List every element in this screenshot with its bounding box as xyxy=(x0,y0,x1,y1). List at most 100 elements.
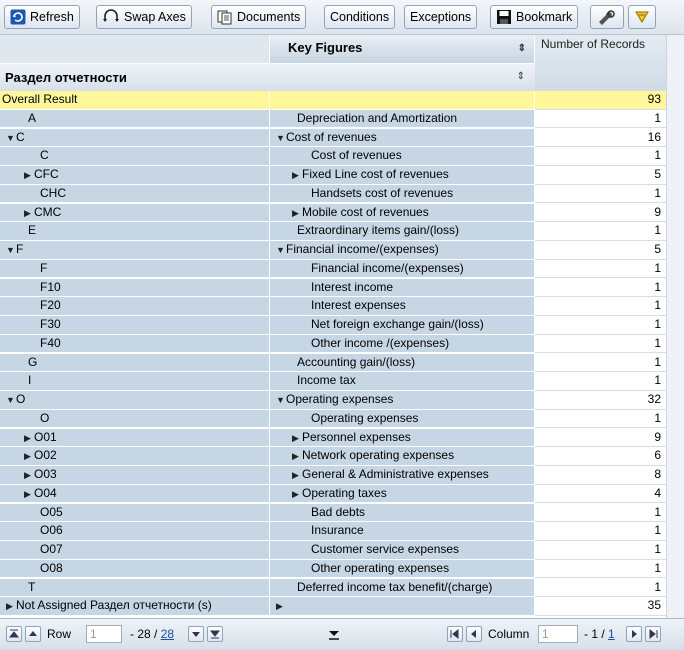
collapse-triangle-icon[interactable]: ▼ xyxy=(276,392,286,409)
first-column-button[interactable] xyxy=(447,626,463,642)
key-figure-cell[interactable]: ▼Financial income/(expenses) xyxy=(270,241,535,260)
key-figure-text: Customer service expenses xyxy=(311,542,460,556)
table-row: I Income tax 1 xyxy=(0,372,666,391)
row-dimension-cell[interactable]: ▶ O04 xyxy=(0,484,270,504)
record-count-cell: 9 xyxy=(535,428,666,448)
key-figure-cell: Bad debts xyxy=(270,503,535,523)
expand-triangle-icon[interactable]: ▶ xyxy=(292,167,302,184)
next-row-button[interactable] xyxy=(188,626,204,642)
row-dimension-cell[interactable]: ▶ O01 xyxy=(0,428,270,448)
row-dimension-cell[interactable]: ▼F xyxy=(0,241,270,260)
next-column-button[interactable] xyxy=(626,626,642,642)
number-of-records-header[interactable]: Number of Records xyxy=(535,35,666,91)
key-figure-cell[interactable]: ▼Cost of revenues xyxy=(270,128,535,148)
record-count-cell: 1 xyxy=(535,222,666,241)
row-dimension-text: O02 xyxy=(34,448,57,463)
expand-triangle-icon[interactable]: ▶ xyxy=(292,448,302,465)
key-figure-text: Insurance xyxy=(311,523,364,538)
grid-header: Key Figures ⇕ Number of Records xyxy=(0,35,666,91)
record-count-value: 1 xyxy=(654,542,661,556)
expand-triangle-icon[interactable]: ▶ xyxy=(24,430,34,447)
expand-triangle-icon[interactable]: ▶ xyxy=(24,467,34,484)
collapse-triangle-icon[interactable]: ▼ xyxy=(276,130,286,147)
sort-icon[interactable]: ⇕ xyxy=(518,43,526,54)
record-count-value: 1 xyxy=(654,579,661,594)
refresh-button[interactable]: Refresh xyxy=(4,5,80,29)
documents-button[interactable]: Documents xyxy=(211,5,307,29)
collapse-triangle-icon[interactable]: ▼ xyxy=(6,242,16,259)
collapse-triangle-icon[interactable]: ▼ xyxy=(6,392,16,409)
record-count-value: 6 xyxy=(654,448,661,463)
expand-down-icon[interactable] xyxy=(327,627,341,641)
save-disk-icon xyxy=(497,10,511,24)
previous-column-button[interactable] xyxy=(466,626,482,642)
row-dimension-text: O xyxy=(40,410,50,425)
key-figure-text: Financial income/(expenses) xyxy=(311,260,464,275)
expand-triangle-icon[interactable]: ▶ xyxy=(276,598,286,615)
sort-icon[interactable]: ⇕ xyxy=(517,71,525,82)
expand-triangle-icon[interactable]: ▶ xyxy=(6,598,16,615)
expand-triangle-icon[interactable]: ▶ xyxy=(24,448,34,465)
table-row: ▶ O03 ▶ General & Administrative expenses 8 xyxy=(0,466,666,485)
row-dimension-cell[interactable]: ▼C xyxy=(0,128,270,148)
key-figure-cell[interactable]: ▶ Operating taxes xyxy=(270,484,535,504)
key-figure-cell: Other income /(expenses) xyxy=(270,334,535,354)
key-figures-label: Key Figures xyxy=(288,40,363,55)
last-row-button[interactable] xyxy=(207,626,223,642)
record-count-value: 1 xyxy=(654,317,661,331)
row-dimension-cell[interactable]: ▶ CFC xyxy=(0,166,270,185)
row-dimension-text: O07 xyxy=(40,542,63,556)
key-figure-cell[interactable]: ▶ xyxy=(270,597,535,616)
record-count-value: 1 xyxy=(654,373,661,388)
row-dimension-text: O03 xyxy=(34,467,57,481)
key-figure-cell[interactable]: ▼Operating expenses xyxy=(270,391,535,410)
exceptions-button[interactable]: Exceptions xyxy=(404,5,478,29)
last-column-button[interactable] xyxy=(645,626,661,642)
row-dimension-cell[interactable]: ▶ O02 xyxy=(0,447,270,466)
expand-triangle-icon[interactable]: ▶ xyxy=(292,205,302,222)
table-row: F30 Net foreign exchange gain/(loss) 1 xyxy=(0,316,666,335)
filter-button[interactable] xyxy=(628,5,656,29)
column-total-link[interactable]: 1 xyxy=(608,627,615,641)
row-dimension-cell[interactable]: ▼O xyxy=(0,391,270,410)
record-count-cell: 1 xyxy=(535,109,666,129)
expand-triangle-icon[interactable]: ▶ xyxy=(24,167,34,184)
key-figure-cell[interactable]: ▶ General & Administrative expenses xyxy=(270,466,535,485)
row-dimension-cell[interactable]: ▶ O03 xyxy=(0,466,270,485)
bookmark-button[interactable]: Bookmark xyxy=(490,5,579,29)
key-figures-header[interactable]: Key Figures ⇕ xyxy=(270,35,535,63)
key-figure-cell[interactable]: ▶ Personnel expenses xyxy=(270,428,535,448)
key-figure-cell[interactable]: ▶ Mobile cost of revenues xyxy=(270,203,535,223)
row-input[interactable]: 1 xyxy=(86,625,122,643)
column-total-prefix: - 1 / xyxy=(584,627,605,641)
record-count-cell: 1 xyxy=(535,278,666,298)
row-dimension-text: O06 xyxy=(40,523,63,538)
row-total-link[interactable]: 28 xyxy=(161,627,174,641)
expand-triangle-icon[interactable]: ▶ xyxy=(292,486,302,503)
swap-axes-button[interactable]: Swap Axes xyxy=(96,5,192,29)
expand-triangle-icon[interactable]: ▶ xyxy=(24,486,34,503)
key-figure-text: General & Administrative expenses xyxy=(302,467,489,481)
collapse-triangle-icon[interactable]: ▼ xyxy=(276,242,286,259)
expand-triangle-icon[interactable]: ▶ xyxy=(24,205,34,222)
expand-triangle-icon[interactable]: ▶ xyxy=(292,467,302,484)
row-dimension-text: CFC xyxy=(34,167,59,181)
row-dimension-text: F xyxy=(40,260,48,275)
column-input[interactable]: 1 xyxy=(538,625,578,643)
collapse-triangle-icon[interactable]: ▼ xyxy=(6,130,16,147)
record-count-cell: 1 xyxy=(535,372,666,391)
row-dimension-cell[interactable]: ▶ CMC xyxy=(0,203,270,223)
conditions-button[interactable]: Conditions xyxy=(324,5,396,29)
row-dimension-header[interactable]: Раздел отчетности ⇕ xyxy=(0,63,535,91)
row-dimension-cell[interactable]: ▶ Not Assigned Раздел отчетности (s) xyxy=(0,597,270,616)
key-figure-text: Financial income/(expenses) xyxy=(286,242,439,256)
row-dimension-text: T xyxy=(28,579,36,594)
vertical-scrollbar[interactable] xyxy=(666,35,684,618)
settings-button[interactable] xyxy=(590,5,624,29)
previous-row-button[interactable] xyxy=(25,626,41,642)
row-dimension-text: O xyxy=(16,392,26,406)
first-row-button[interactable] xyxy=(6,626,22,642)
expand-triangle-icon[interactable]: ▶ xyxy=(292,430,302,447)
key-figure-cell[interactable]: ▶ Fixed Line cost of revenues xyxy=(270,166,535,185)
key-figure-cell[interactable]: ▶ Network operating expenses xyxy=(270,447,535,466)
